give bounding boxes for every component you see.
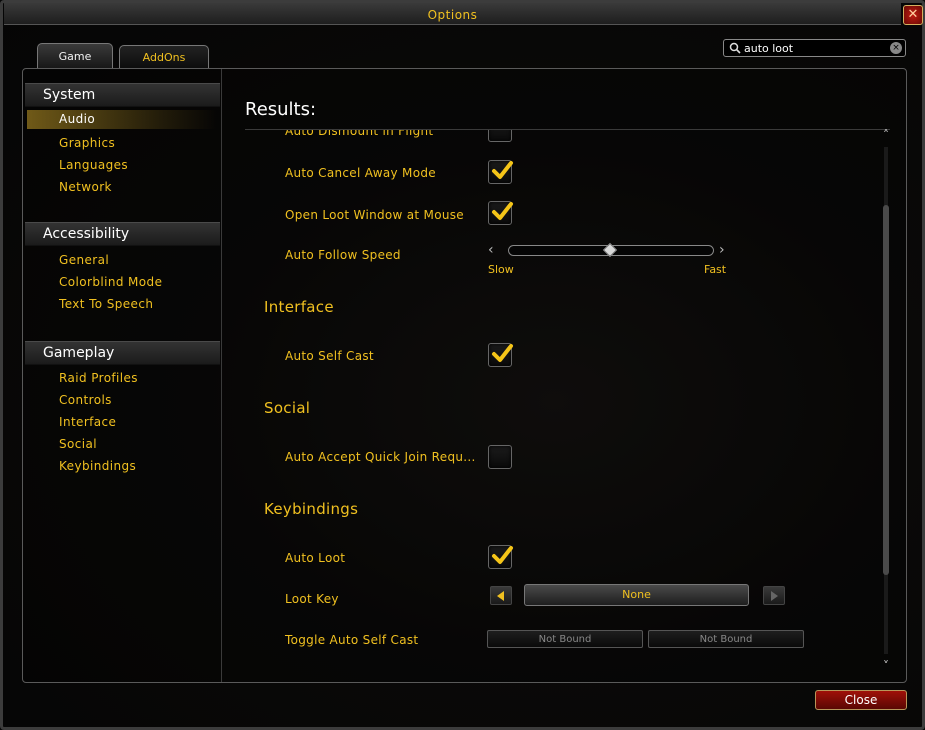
- search-box[interactable]: ×: [723, 39, 906, 57]
- auto-self-cast-checkbox[interactable]: [488, 343, 513, 367]
- slider-left-arrow-icon[interactable]: ‹: [488, 242, 494, 258]
- results-list: Auto Dismount in Flight Auto Cancel Away…: [230, 130, 880, 675]
- slider-right-arrow-icon[interactable]: ›: [719, 242, 725, 258]
- auto-cancel-away-label: Auto Cancel Away Mode: [285, 166, 436, 180]
- sidebar-item-raid-profiles[interactable]: Raid Profiles: [59, 371, 138, 385]
- results-title: Results:: [245, 99, 317, 120]
- search-clear-icon[interactable]: ×: [890, 42, 902, 54]
- sidebar-item-keybindings[interactable]: Keybindings: [59, 459, 136, 473]
- auto-loot-checkbox[interactable]: [488, 545, 513, 569]
- sidebar-item-general[interactable]: General: [59, 253, 109, 267]
- sidebar-item-audio[interactable]: Audio: [27, 110, 217, 129]
- category-header-system[interactable]: System: [25, 83, 220, 107]
- tab-addons[interactable]: AddOns: [119, 45, 209, 69]
- scrollbar-thumb[interactable]: [883, 205, 889, 575]
- sidebar-item-graphics[interactable]: Graphics: [59, 136, 115, 150]
- open-loot-mouse-label: Open Loot Window at Mouse: [285, 208, 464, 222]
- checkmark-icon: [492, 546, 513, 564]
- keybind-button-2[interactable]: Not Bound: [648, 630, 804, 648]
- chevron-right-icon: [771, 591, 778, 601]
- category-header-gameplay[interactable]: Gameplay: [25, 341, 220, 365]
- section-title-keybindings: Keybindings: [264, 500, 359, 518]
- auto-self-cast-label: Auto Self Cast: [285, 349, 374, 363]
- auto-dismount-label: Auto Dismount in Flight: [285, 130, 434, 138]
- sidebar-item-text-to-speech[interactable]: Text To Speech: [59, 297, 153, 311]
- loot-key-dropdown[interactable]: None: [524, 584, 749, 606]
- slider-min-label: Slow: [488, 263, 514, 276]
- category-header-accessibility[interactable]: Accessibility: [25, 222, 220, 246]
- slider-max-label: Fast: [704, 263, 727, 276]
- close-button[interactable]: Close: [815, 690, 907, 710]
- sidebar-item-social[interactable]: Social: [59, 437, 97, 451]
- sidebar-item-colorblind-mode[interactable]: Colorblind Mode: [59, 275, 162, 289]
- checkmark-icon: [492, 161, 513, 179]
- window-close-button[interactable]: ✕: [903, 5, 923, 25]
- chevron-left-icon: [497, 591, 504, 601]
- auto-loot-label: Auto Loot: [285, 551, 346, 565]
- auto-cancel-away-checkbox[interactable]: [488, 160, 513, 184]
- keybind-button-1[interactable]: Not Bound: [487, 630, 643, 648]
- search-icon: [729, 42, 741, 54]
- title-bar[interactable]: Options: [4, 3, 901, 25]
- scroll-down-icon[interactable]: ˅: [879, 660, 893, 672]
- auto-follow-speed-label: Auto Follow Speed: [285, 248, 401, 262]
- sidebar-item-network[interactable]: Network: [59, 180, 112, 194]
- sidebar-item-interface[interactable]: Interface: [59, 415, 116, 429]
- toggle-auto-self-cast-label: Toggle Auto Self Cast: [285, 633, 419, 647]
- loot-key-label: Loot Key: [285, 592, 339, 606]
- loot-key-prev-button[interactable]: [490, 586, 512, 605]
- auto-accept-quick-join-label: Auto Accept Quick Join Requ...: [285, 450, 476, 464]
- open-loot-mouse-checkbox[interactable]: [488, 201, 513, 225]
- loot-key-next-button[interactable]: [763, 586, 785, 605]
- scroll-up-icon[interactable]: ˄: [879, 129, 893, 141]
- tab-game[interactable]: Game: [37, 43, 113, 69]
- sidebar-item-languages[interactable]: Languages: [59, 158, 128, 172]
- checkmark-icon: [492, 344, 513, 362]
- search-input[interactable]: [744, 41, 884, 55]
- section-title-social: Social: [264, 399, 311, 417]
- category-sidebar: System Audio Graphics Languages Network …: [23, 69, 222, 682]
- section-title-interface: Interface: [264, 298, 334, 316]
- auto-accept-quick-join-checkbox[interactable]: [488, 445, 512, 469]
- checkmark-icon: [492, 202, 513, 220]
- sidebar-item-controls[interactable]: Controls: [59, 393, 112, 407]
- window-title: Options: [427, 8, 478, 22]
- auto-dismount-checkbox[interactable]: [488, 130, 512, 142]
